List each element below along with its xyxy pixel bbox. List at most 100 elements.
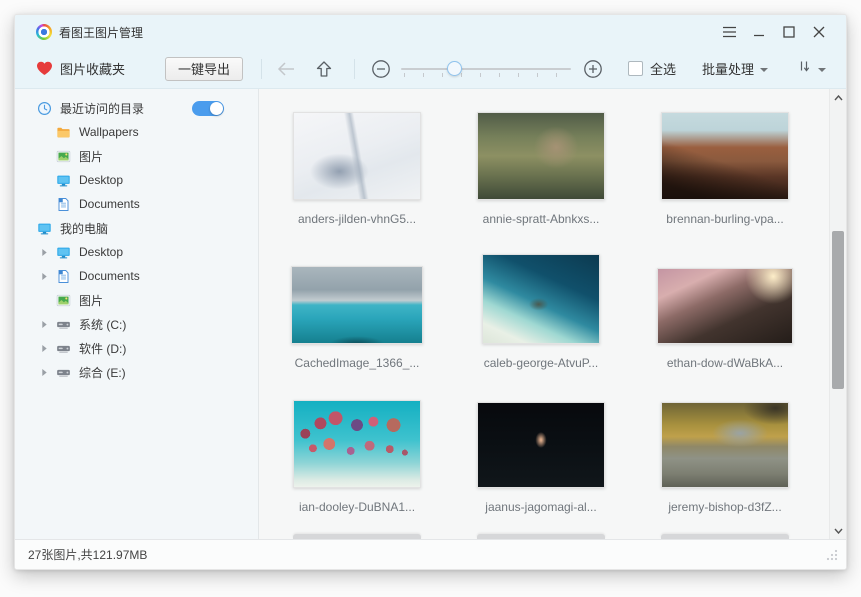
- drive-icon: [56, 365, 72, 380]
- expand-arrow-icon[interactable]: [41, 368, 56, 377]
- sidebar-item[interactable]: 综合 (E:): [15, 360, 258, 384]
- favorites-label: 图片收藏夹: [60, 59, 125, 78]
- sidebar-item[interactable]: Documents: [15, 264, 258, 288]
- grid-cell: jaanus-jagomagi-al...: [449, 398, 633, 539]
- sidebar-item[interactable]: 图片: [15, 144, 258, 168]
- close-icon[interactable]: [804, 19, 834, 45]
- sidebar-item[interactable]: Desktop: [15, 240, 258, 264]
- menu-icon[interactable]: [714, 19, 744, 45]
- sidebar-item[interactable]: 系统 (C:): [15, 312, 258, 336]
- thumbnail[interactable]: [293, 400, 421, 488]
- expand-arrow-icon[interactable]: [41, 344, 56, 353]
- sidebar-item-label: 系统 (C:): [79, 316, 126, 333]
- thumbnail-filename: caleb-george-AtvuP...: [484, 356, 599, 370]
- sidebar-item[interactable]: 最近访问的目录: [15, 96, 258, 120]
- grid-cell: ethan-dow-dWaBkA...: [633, 254, 817, 398]
- document-icon: [56, 197, 72, 212]
- thumbnail-box: [477, 398, 605, 488]
- zoom-slider-ticks: [404, 73, 570, 77]
- window-title: 看图王图片管理: [59, 24, 143, 41]
- monitor-icon: [56, 245, 72, 260]
- scrollbar-thumb[interactable]: [832, 231, 844, 389]
- zoom-slider-track[interactable]: [401, 68, 571, 70]
- up-arrow-icon[interactable]: [312, 60, 336, 78]
- sidebar-item-label: 图片: [79, 148, 103, 165]
- drive-icon: [56, 341, 72, 356]
- grid-cell: anders-jilden-vhnG5...: [265, 110, 449, 254]
- grid-cell: caleb-george-AtvuP...: [449, 254, 633, 398]
- sidebar-item-label: 综合 (E:): [79, 364, 126, 381]
- thumbnail[interactable]: [661, 402, 789, 488]
- select-all-checkbox[interactable]: [628, 61, 643, 76]
- monitor-icon: [56, 173, 72, 188]
- resize-grip-icon[interactable]: [825, 548, 838, 561]
- thumbnail[interactable]: [293, 112, 421, 200]
- sidebar-tree: 最近访问的目录 Wallpapers 图片 Desktop Documents 我的电脑 D…: [15, 89, 259, 539]
- sidebar-item[interactable]: 图片: [15, 288, 258, 312]
- batch-process-label: 批量处理: [702, 59, 754, 78]
- back-arrow-icon[interactable]: [274, 62, 298, 76]
- thumbnail[interactable]: [657, 268, 793, 344]
- thumbnail-filename: anders-jilden-vhnG5...: [298, 212, 416, 226]
- scrollbar-track[interactable]: [830, 106, 846, 522]
- thumbnail-filename: ian-dooley-DuBNA1...: [299, 500, 415, 514]
- thumbnail[interactable]: [477, 402, 605, 488]
- content-area: anders-jilden-vhnG5... annie-spratt-Abnkx…: [259, 89, 846, 539]
- grid-cell: brennan-burling-vpa...: [633, 110, 817, 254]
- sidebar-item-label: 我的电脑: [60, 220, 108, 237]
- zoom-in-icon[interactable]: [581, 59, 605, 79]
- minimize-icon[interactable]: [744, 19, 774, 45]
- zoom-out-icon[interactable]: [369, 59, 393, 79]
- scroll-up-icon[interactable]: [830, 89, 846, 106]
- expand-arrow-icon[interactable]: [41, 272, 56, 281]
- sidebar-item[interactable]: 软件 (D:): [15, 336, 258, 360]
- sort-button[interactable]: [796, 58, 826, 79]
- sidebar-item-label: Documents: [79, 197, 140, 211]
- thumbnail[interactable]: [661, 112, 789, 200]
- status-text: 27张图片,共121.97MB: [28, 546, 147, 563]
- toggle-knob: [210, 102, 223, 115]
- toolbar-right-group: 全选 批量处理: [628, 58, 826, 79]
- sidebar-item-label: 软件 (D:): [79, 340, 126, 357]
- thumbnail-box: [293, 398, 421, 488]
- toolbar-separator: [261, 59, 262, 79]
- sidebar-item[interactable]: Desktop: [15, 168, 258, 192]
- sidebar-item[interactable]: Wallpapers: [15, 120, 258, 144]
- sidebar-item[interactable]: Documents: [15, 192, 258, 216]
- expand-arrow-icon[interactable]: [41, 320, 56, 329]
- grid-cell: annie-spratt-Abnkxs...: [449, 110, 633, 254]
- maximize-icon[interactable]: [774, 19, 804, 45]
- main-area: 最近访问的目录 Wallpapers 图片 Desktop Documents 我的电脑 D…: [15, 89, 846, 539]
- thumbnail-box: [291, 254, 423, 344]
- thumbnail-partial[interactable]: [661, 534, 789, 539]
- partial-next-row: [259, 534, 829, 539]
- export-button[interactable]: 一键导出: [165, 57, 243, 81]
- zoom-slider-thumb[interactable]: [447, 61, 462, 76]
- sidebar-item-label: Wallpapers: [79, 125, 139, 139]
- sidebar-item-label: Desktop: [79, 245, 123, 259]
- zoom-slider[interactable]: [401, 58, 571, 80]
- thumbnail-partial[interactable]: [293, 534, 421, 539]
- statusbar: 27张图片,共121.97MB: [15, 539, 846, 569]
- batch-process-button[interactable]: 批量处理: [702, 59, 768, 78]
- thumbnail-partial[interactable]: [477, 534, 605, 539]
- sidebar-item[interactable]: 我的电脑: [15, 216, 258, 240]
- expand-arrow-icon[interactable]: [41, 248, 56, 257]
- thumbnail[interactable]: [291, 266, 423, 344]
- vertical-scrollbar[interactable]: [829, 89, 846, 539]
- recent-folders-toggle[interactable]: [192, 101, 224, 116]
- sidebar-item-label: 图片: [79, 292, 103, 309]
- thumbnail-grid: anders-jilden-vhnG5... annie-spratt-Abnkx…: [259, 89, 846, 539]
- select-all-label: 全选: [650, 59, 676, 78]
- document-icon: [56, 269, 72, 284]
- titlebar[interactable]: 看图王图片管理: [15, 15, 846, 49]
- thumbnail-box: [661, 110, 789, 200]
- thumbnail[interactable]: [482, 254, 600, 344]
- clock-icon: [37, 101, 53, 116]
- drive-icon: [56, 317, 72, 332]
- picture-icon: [56, 149, 72, 164]
- sidebar-item-label: Documents: [79, 269, 140, 283]
- sort-icon: [796, 58, 812, 79]
- scroll-down-icon[interactable]: [830, 522, 846, 539]
- thumbnail[interactable]: [477, 112, 605, 200]
